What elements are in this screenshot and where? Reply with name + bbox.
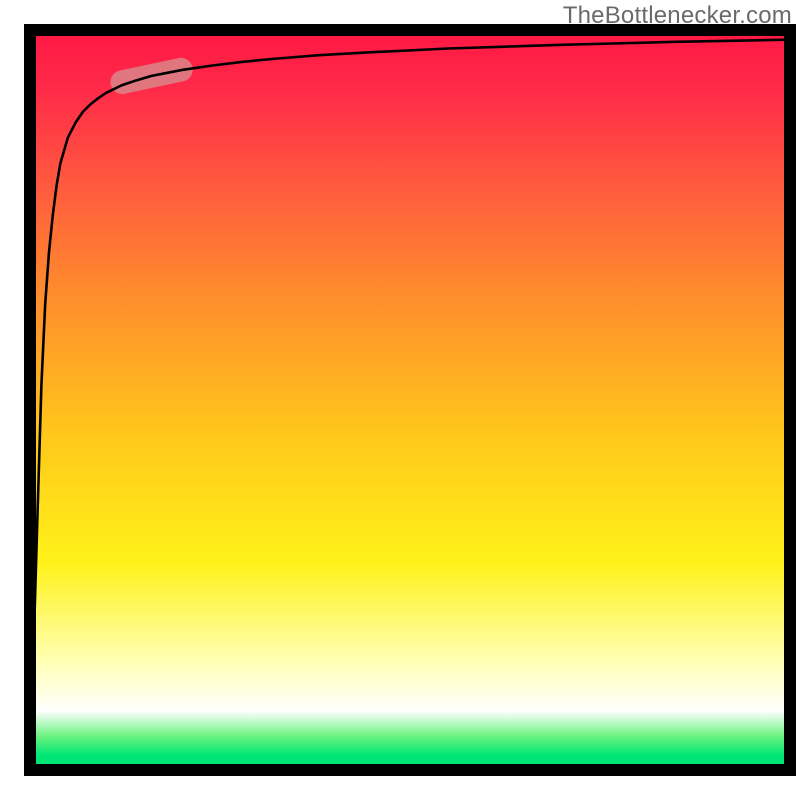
watermark-text: TheBottlenecker.com — [563, 2, 792, 30]
plot-background — [30, 30, 790, 770]
chart-stage: TheBottlenecker.com — [0, 0, 800, 800]
bottleneck-chart — [0, 0, 800, 800]
